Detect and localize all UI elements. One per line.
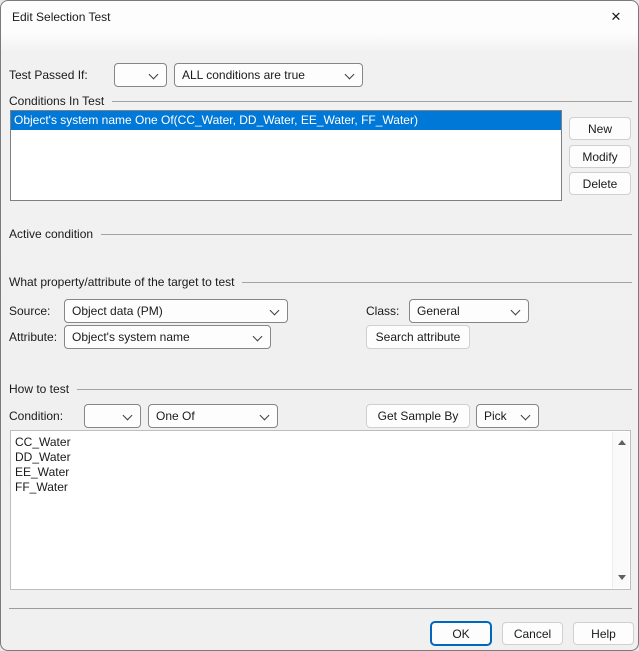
titlebar: Edit Selection Test ✕	[1, 1, 638, 33]
condition-label: Condition:	[9, 404, 63, 428]
chevron-down-icon	[345, 70, 355, 80]
chevron-down-icon	[253, 332, 263, 342]
test-passed-mode-value: ALL conditions are true	[182, 68, 341, 82]
group-divider-line	[242, 282, 632, 283]
source-label: Source:	[9, 299, 50, 323]
active-condition-label: Active condition	[9, 227, 93, 241]
value-line: CC_Water	[15, 435, 608, 450]
pick-dropdown[interactable]: Pick	[476, 404, 539, 428]
get-sample-by-button[interactable]: Get Sample By	[366, 404, 470, 428]
chevron-down-icon	[521, 411, 531, 421]
conditions-listbox[interactable]: Object's system name One Of(CC_Water, DD…	[10, 110, 562, 201]
cancel-button[interactable]: Cancel	[502, 622, 563, 645]
source-value: Object data (PM)	[72, 304, 266, 318]
chevron-down-icon	[149, 70, 159, 80]
values-content: CC_Water DD_Water EE_Water FF_Water	[15, 435, 608, 495]
edit-selection-test-dialog: Edit Selection Test ✕ Test Passed If: AL…	[0, 0, 639, 651]
dialog-title: Edit Selection Test	[12, 10, 111, 24]
attribute-label: Attribute:	[9, 325, 57, 349]
property-group-header: What property/attribute of the target to…	[9, 275, 632, 289]
group-divider-line	[101, 234, 632, 235]
modify-button[interactable]: Modify	[569, 145, 631, 168]
conditions-group-label: Conditions In Test	[9, 94, 104, 108]
scroll-up-button[interactable]	[613, 434, 630, 451]
search-attribute-button[interactable]: Search attribute	[366, 325, 470, 349]
new-button[interactable]: New	[569, 117, 631, 140]
close-icon[interactable]: ✕	[600, 5, 632, 29]
chevron-down-icon	[511, 306, 521, 316]
ok-button[interactable]: OK	[430, 621, 492, 646]
vertical-scrollbar[interactable]	[612, 432, 629, 588]
pick-value: Pick	[484, 409, 517, 423]
source-dropdown[interactable]: Object data (PM)	[64, 299, 288, 323]
property-group-label: What property/attribute of the target to…	[9, 275, 234, 289]
operator-dropdown[interactable]: One Of	[148, 404, 278, 428]
test-passed-if-label: Test Passed If:	[9, 63, 88, 87]
attribute-dropdown[interactable]: Object's system name	[64, 325, 271, 349]
chevron-down-icon	[123, 411, 133, 421]
how-to-test-header: How to test	[9, 382, 632, 396]
chevron-down-icon	[270, 306, 280, 316]
group-divider-line	[77, 389, 632, 390]
conditions-group-header: Conditions In Test	[9, 94, 632, 108]
attribute-value: Object's system name	[72, 330, 249, 344]
scroll-up-icon	[618, 440, 626, 445]
footer-divider	[9, 608, 632, 609]
scroll-down-button[interactable]	[613, 569, 630, 586]
test-passed-count-dropdown[interactable]	[114, 63, 167, 87]
value-line: EE_Water	[15, 465, 608, 480]
operator-value: One Of	[156, 409, 256, 423]
help-button[interactable]: Help	[573, 622, 634, 645]
condition-count-dropdown[interactable]	[84, 404, 141, 428]
active-condition-header: Active condition	[9, 227, 632, 241]
condition-list-item[interactable]: Object's system name One Of(CC_Water, DD…	[11, 111, 561, 130]
how-to-test-label: How to test	[9, 382, 69, 396]
scroll-down-icon	[618, 575, 626, 580]
class-label: Class:	[366, 299, 399, 323]
value-line: DD_Water	[15, 450, 608, 465]
class-dropdown[interactable]: General	[409, 299, 529, 323]
group-divider-line	[112, 101, 632, 102]
chevron-down-icon	[260, 411, 270, 421]
values-textarea[interactable]: CC_Water DD_Water EE_Water FF_Water	[10, 430, 631, 590]
value-line: FF_Water	[15, 480, 608, 495]
class-value: General	[417, 304, 507, 318]
test-passed-mode-dropdown[interactable]: ALL conditions are true	[174, 63, 363, 87]
delete-button[interactable]: Delete	[569, 172, 631, 195]
